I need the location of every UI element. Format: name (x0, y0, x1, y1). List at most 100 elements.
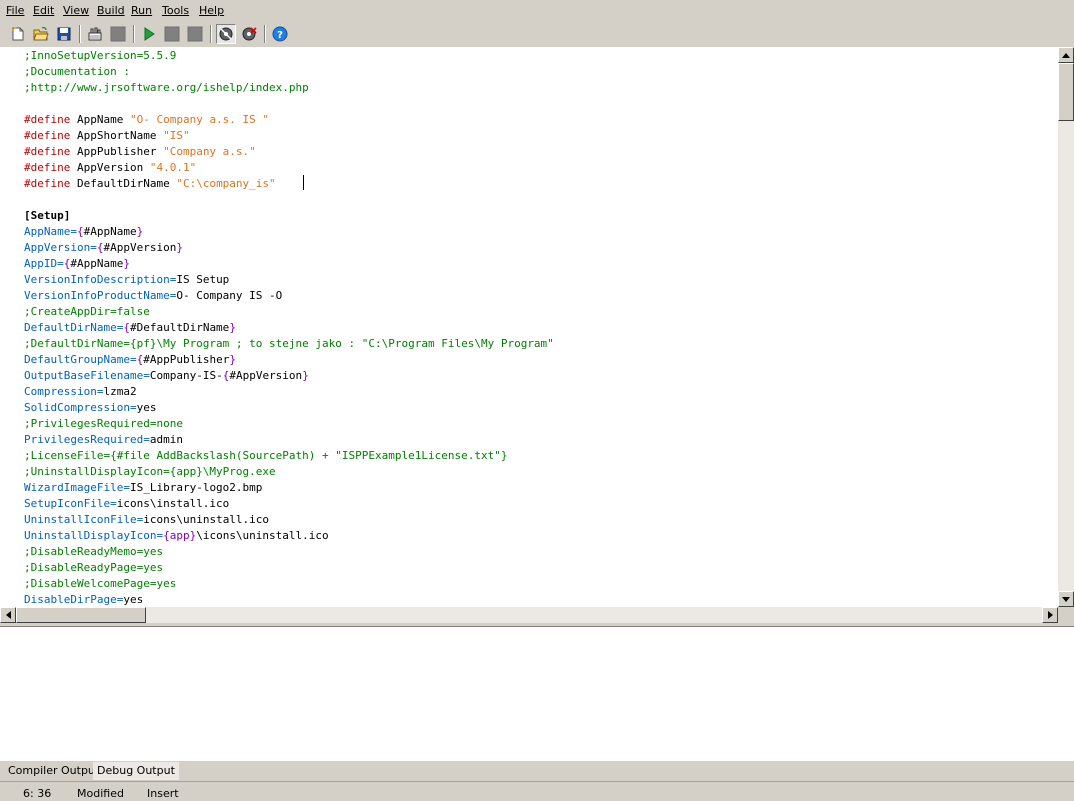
terminate-button[interactable] (185, 24, 205, 44)
code-line: #define AppPublisher "Company a.s." (24, 144, 554, 160)
code-token: } (229, 353, 236, 366)
code-line: AppID={#AppName} (24, 256, 554, 272)
output-pane[interactable] (0, 627, 1074, 760)
code-token: #define (24, 145, 71, 158)
code-line: UninstallDisplayIcon={app}\icons\uninsta… (24, 528, 554, 544)
code-token: ;CreateAppDir=false (24, 305, 150, 318)
scroll-right-button[interactable] (1042, 607, 1058, 623)
pause-icon (164, 26, 180, 42)
code-line: AppVersion={#AppVersion} (24, 240, 554, 256)
code-line: #define AppName "O- Company a.s. IS " (24, 112, 554, 128)
scroll-left-button[interactable] (0, 607, 16, 623)
compile-icon (88, 27, 102, 41)
target-setup-button[interactable] (216, 24, 236, 44)
code-token: ;DisableReadyPage=yes (24, 561, 164, 574)
menu-help[interactable]: Help (199, 4, 224, 17)
code-token: #AppVersion (229, 369, 303, 382)
status-insert-mode: Insert (147, 787, 179, 800)
code-token: ;InnoSetupVersion=5.5.9 (24, 49, 177, 62)
code-token: DisableDirPage (24, 593, 117, 606)
compile-button[interactable] (85, 24, 105, 44)
arrow-down-icon (1062, 596, 1070, 602)
code-token: IS_Library-logo2.bmp (129, 481, 263, 494)
code-token: = (143, 433, 150, 446)
arrow-up-icon (1062, 52, 1070, 58)
vertical-scroll-thumb[interactable] (1058, 63, 1074, 121)
code-token: = (143, 369, 150, 382)
save-button[interactable] (54, 24, 74, 44)
terminate-icon (187, 26, 203, 42)
code-token: AppShortName (70, 129, 164, 142)
menu-view[interactable]: View (63, 4, 89, 17)
code-token: VersionInfoDescription (24, 273, 170, 286)
code-token: "4.0.1" (149, 161, 197, 174)
scrollbar-corner (1058, 607, 1074, 623)
code-token: {app} (163, 529, 197, 542)
code-token: ;LicenseFile={#file AddBackslash(SourceP… (24, 449, 508, 462)
open-button[interactable] (31, 24, 51, 44)
scroll-up-button[interactable] (1058, 47, 1074, 63)
horizontal-scrollbar[interactable] (0, 607, 1058, 623)
code-token: #AppPublisher (143, 353, 230, 366)
target-setup-icon (219, 27, 233, 41)
code-line: ;DisableReadyPage=yes (24, 560, 554, 576)
help-button[interactable]: ? (270, 24, 290, 44)
horizontal-scroll-thumb[interactable] (16, 607, 146, 623)
menu-tools[interactable]: Tools (162, 4, 189, 17)
code-line: AppName={#AppName} (24, 224, 554, 240)
code-token: } (302, 369, 309, 382)
code-token: ;http://www.jrsoftware.org/ishelp/index.… (24, 81, 309, 94)
toolbar-separator (264, 25, 266, 43)
toolbar: ? (0, 21, 1074, 47)
code-line: DisableDirPage=yes (24, 592, 554, 607)
menu-run[interactable]: Run (131, 4, 152, 17)
code-token: } (176, 241, 183, 254)
code-token: ;UninstallDisplayIcon={app}\MyProg.exe (24, 465, 276, 478)
code-line: #define AppShortName "IS" (24, 128, 554, 144)
code-token: "C:\company_is" (176, 177, 276, 190)
run-icon (144, 27, 155, 41)
vertical-scrollbar[interactable] (1058, 47, 1074, 607)
open-folder-icon (33, 27, 49, 41)
code-token: = (90, 241, 97, 254)
code-token: OutputBaseFilename (24, 369, 144, 382)
code-token: AppName (24, 225, 71, 238)
stop-compile-icon (110, 26, 126, 42)
save-disk-icon (57, 27, 71, 41)
run-button[interactable] (139, 24, 159, 44)
menu-file[interactable]: File (6, 4, 24, 17)
scroll-down-button[interactable] (1058, 591, 1074, 607)
code-editor[interactable]: ;InnoSetupVersion=5.5.9 ;Documentation :;… (0, 47, 1058, 607)
code-line: DefaultDirName={#DefaultDirName} (24, 320, 554, 336)
code-token: UninstallDisplayIcon (24, 529, 157, 542)
menu-build[interactable]: Build (97, 4, 125, 17)
code-token: O- Company IS -O (176, 289, 283, 302)
code-token: = (57, 257, 64, 270)
target-uninstall-icon (242, 27, 257, 41)
code-token: ;Documentation : (24, 65, 130, 78)
new-button[interactable] (8, 24, 28, 44)
code-token: DefaultGroupName (24, 353, 130, 366)
arrow-right-icon (1047, 611, 1053, 619)
code-line: #define AppVersion "4.0.1" (24, 160, 554, 176)
code-line: ;UninstallDisplayIcon={app}\MyProg.exe (24, 464, 554, 480)
code-token: = (129, 353, 137, 366)
new-file-icon (12, 26, 24, 41)
code-token: IS Setup (176, 273, 230, 286)
code-token: #DefaultDirName (129, 321, 230, 334)
stop-compile-button[interactable] (108, 24, 128, 44)
code-line: UninstallIconFile=icons\uninstall.ico (24, 512, 554, 528)
code-token: DefaultDirName (24, 321, 117, 334)
tab-compiler-output[interactable]: Compiler Output (4, 762, 103, 780)
code-token: VersionInfoProductName (24, 289, 170, 302)
pause-button[interactable] (162, 24, 182, 44)
tab-debug-output[interactable]: Debug Output (93, 762, 179, 780)
code-line: DefaultGroupName={#AppPublisher} (24, 352, 554, 368)
code-line: ;DisableWelcomePage=yes (24, 576, 554, 592)
code-token: AppName (70, 113, 130, 126)
menu-edit[interactable]: Edit (33, 4, 54, 17)
target-uninstall-button[interactable] (239, 24, 259, 44)
code-line: VersionInfoProductName=O- Company IS -O (24, 288, 554, 304)
